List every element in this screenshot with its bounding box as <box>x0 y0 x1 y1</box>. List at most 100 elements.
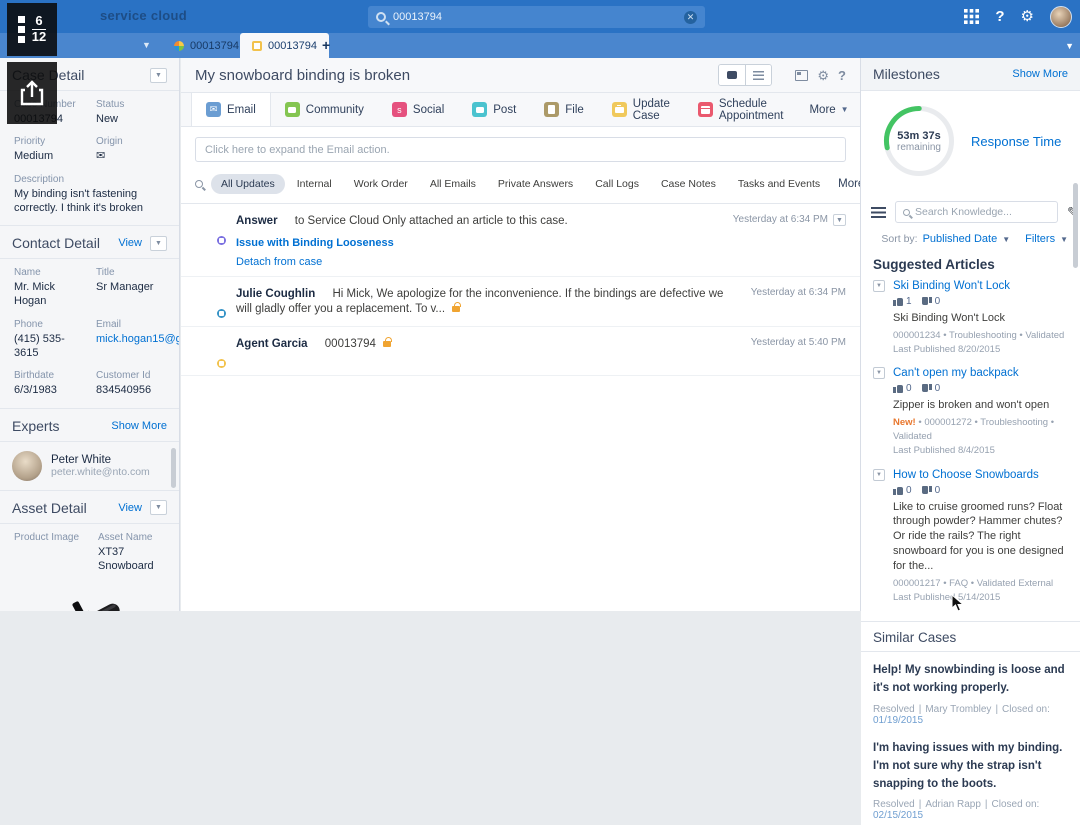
record-tab-icon <box>174 40 184 51</box>
article-expand-icon[interactable]: ▼ <box>873 280 885 292</box>
workspace-tab-primary[interactable]: 00013794 <box>162 33 251 58</box>
case-owner: Adrian Rapp <box>925 799 981 811</box>
right-panel-scrollbar[interactable] <box>1073 183 1078 268</box>
detach-from-case-link[interactable]: Detach from case <box>236 256 721 268</box>
filter-private-answers[interactable]: Private Answers <box>488 174 583 194</box>
origin-email-icon: ✉ <box>96 150 106 163</box>
milestones-show-more-link[interactable]: Show More <box>1012 68 1068 80</box>
publisher-tab-schedule-appointment[interactable]: Schedule Appointment <box>684 93 798 126</box>
article-expand-icon[interactable]: ▼ <box>873 468 885 481</box>
chevron-down-icon: ▼ <box>1060 234 1068 244</box>
article-published: Last Published 8/20/2015 <box>893 343 1001 355</box>
publisher-tab-post[interactable]: Post <box>458 93 530 126</box>
knowledge-sidebar: Milestones Show More 53m 37s remaining R… <box>860 58 1080 825</box>
contact-detail-header: Contact Detail View ▼ <box>0 226 179 260</box>
thumbs-down-icon[interactable] <box>922 486 932 495</box>
setup-gear-icon[interactable]: ⚙ <box>1021 9 1034 24</box>
share-overlay[interactable] <box>7 62 57 124</box>
email-composer-input[interactable] <box>195 137 846 162</box>
clear-search-icon[interactable]: ✕ <box>684 10 697 24</box>
article-link[interactable]: Can't open my backpack <box>893 367 1019 379</box>
tab-dropdown-icon[interactable]: ▼ <box>142 40 151 50</box>
private-lock-icon <box>452 302 461 313</box>
article-summary: Ski Binding Won't Lock <box>893 312 1005 324</box>
workspace-tab-case[interactable]: 00013794 <box>240 33 329 58</box>
experts-scrollbar[interactable] <box>171 447 176 488</box>
filter-tasks-and-events[interactable]: Tasks and Events <box>728 174 830 194</box>
filter-internal[interactable]: Internal <box>287 174 342 194</box>
email-composer[interactable] <box>195 137 846 162</box>
field-description: Description My binding isn't fastening c… <box>14 173 144 214</box>
slide-dots-icon <box>17 16 25 43</box>
publisher-tab-social[interactable]: s Social <box>378 93 458 126</box>
filters-dropdown[interactable]: Filters <box>1025 233 1055 245</box>
feed-help-icon[interactable]: ? <box>838 69 846 82</box>
knowledge-search[interactable] <box>895 201 1058 223</box>
case-number-ref[interactable]: 00013794 <box>325 338 376 350</box>
global-search-input[interactable] <box>393 11 684 23</box>
upvote-count: 0 <box>906 383 912 395</box>
article-link[interactable]: Ski Binding Won't Lock <box>893 280 1010 292</box>
experts-show-more-link[interactable]: Show More <box>111 420 167 432</box>
email-icon: ✉ <box>206 102 221 117</box>
feed-search-icon[interactable] <box>195 180 203 188</box>
asset-menu-icon[interactable]: ▼ <box>150 500 167 516</box>
knowledge-menu-icon[interactable] <box>871 206 886 218</box>
similar-case-item[interactable]: I'm having issues with my binding. I'm n… <box>861 730 1080 825</box>
filter-all-emails[interactable]: All Emails <box>420 174 486 194</box>
publisher-tab-file[interactable]: File <box>530 93 598 126</box>
tabstrip-overflow-icon[interactable]: ▼ <box>1065 41 1074 51</box>
milestone-name: Response Time <box>971 133 1062 149</box>
filter-call-logs[interactable]: Call Logs <box>585 174 649 194</box>
layout-window-icon[interactable] <box>795 69 809 81</box>
publisher-tab-email[interactable]: ✉ Email <box>191 93 271 126</box>
article-expand-icon[interactable]: ▼ <box>873 367 885 380</box>
attached-article-link[interactable]: Issue with Binding Looseness <box>236 237 721 249</box>
contact-email-link[interactable]: mick.hogan15@gm... <box>96 332 179 346</box>
contact-view-link[interactable]: View <box>118 237 142 249</box>
thumbs-up-icon[interactable] <box>893 486 903 495</box>
feed-settings-gear-icon[interactable]: ⚙ <box>817 69 829 82</box>
article-meta: 000001217 • FAQ • Validated External <box>893 577 1054 589</box>
update-case-icon <box>611 102 627 117</box>
feed-author[interactable]: Answer <box>236 215 278 227</box>
new-tab-button[interactable]: + <box>322 37 330 53</box>
similar-case-item[interactable]: Help! My snowbinding is loose and it's n… <box>861 652 1080 730</box>
sort-value-dropdown[interactable]: Published Date <box>923 233 998 245</box>
article-link[interactable]: How to Choose Snowboards <box>893 469 1039 481</box>
publisher-more-button[interactable]: More ▼ <box>797 93 860 126</box>
filter-case-notes[interactable]: Case Notes <box>651 174 726 194</box>
asset-view-link[interactable]: View <box>118 502 142 514</box>
downvote-count: 0 <box>934 296 941 307</box>
expert-list-item[interactable]: Peter White peter.white@nto.com <box>0 442 179 491</box>
details-view-button[interactable] <box>745 65 772 85</box>
community-icon <box>284 102 300 117</box>
app-launcher-icon[interactable] <box>964 9 980 24</box>
case-detail-menu-icon[interactable]: ▼ <box>150 67 167 83</box>
thumbs-down-icon[interactable] <box>922 297 932 306</box>
feed-timestamp: Yesterday at 6:34 PM <box>732 214 828 225</box>
feed-author[interactable]: Julie Coughlin <box>236 288 315 300</box>
publisher-tab-update-case[interactable]: Update Case <box>598 93 684 126</box>
feed-item-menu-icon[interactable]: ▼ <box>833 214 846 226</box>
feed-author[interactable]: Agent Garcia <box>236 338 308 350</box>
timer-value: 53m 37s <box>897 129 941 142</box>
article-item: ▼ How to Choose Snowboards 0 0 Like to c… <box>873 467 1068 605</box>
chevron-down-icon: ▼ <box>1002 234 1011 244</box>
global-search[interactable]: ✕ <box>368 6 705 28</box>
help-icon[interactable]: ? <box>995 9 1004 24</box>
knowledge-search-input[interactable] <box>915 206 1050 218</box>
user-avatar[interactable] <box>1050 5 1072 28</box>
thumbs-down-icon[interactable] <box>922 384 932 393</box>
contact-menu-icon[interactable]: ▼ <box>150 235 167 251</box>
filter-all-updates[interactable]: All Updates <box>211 174 285 194</box>
similar-case-meta: Resolved | Adrian Rapp | Closed on: 02/15/20… <box>873 799 1040 822</box>
thumbs-up-icon[interactable] <box>893 384 903 394</box>
list-view-icon <box>753 70 765 80</box>
filter-work-order[interactable]: Work Order <box>344 174 418 194</box>
publisher-tab-community[interactable]: Community <box>271 93 378 126</box>
feed-view-button[interactable] <box>719 65 746 85</box>
thumbs-up-icon[interactable] <box>893 297 903 306</box>
recording-progress-overlay: 6 12 <box>7 3 57 56</box>
article-item: ▼ Ski Binding Won't Lock 1 0 Ski Binding… <box>873 278 1068 356</box>
